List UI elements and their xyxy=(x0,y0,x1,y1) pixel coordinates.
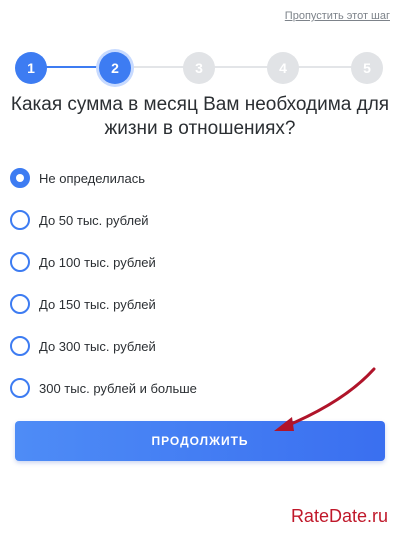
option-label: До 150 тыс. рублей xyxy=(39,296,156,312)
option-undecided[interactable]: Не определилась xyxy=(10,157,390,199)
radio-unchecked-icon[interactable] xyxy=(10,294,30,314)
skip-step-link[interactable]: Пропустить этот шаг xyxy=(285,10,390,22)
radio-checked-icon[interactable] xyxy=(10,168,30,188)
radio-unchecked-icon[interactable] xyxy=(10,378,30,398)
question-title: Какая сумма в месяц Вам необходима для ж… xyxy=(10,94,390,139)
option-label: До 50 тыс. рублей xyxy=(39,212,149,228)
watermark-logo: RateDate.ru xyxy=(290,506,388,526)
step-4: 4 xyxy=(267,52,299,84)
radio-unchecked-icon[interactable] xyxy=(10,252,30,272)
progress-stepper: 1 2 3 4 5 xyxy=(15,52,383,84)
option-up-to-100k[interactable]: До 100 тыс. рублей xyxy=(10,241,390,283)
option-up-to-150k[interactable]: До 150 тыс. рублей xyxy=(10,283,390,325)
option-label: До 100 тыс. рублей xyxy=(39,254,156,270)
option-up-to-300k[interactable]: До 300 тыс. рублей xyxy=(10,325,390,367)
step-5: 5 xyxy=(351,52,383,84)
step-3: 3 xyxy=(183,52,215,84)
option-label: Не определилась xyxy=(39,170,145,186)
step-2: 2 xyxy=(99,52,131,84)
red-arrow-icon xyxy=(274,367,376,431)
radio-unchecked-icon[interactable] xyxy=(10,210,30,230)
option-label: 300 тыс. рублей и больше xyxy=(39,380,197,396)
step-1: 1 xyxy=(15,52,47,84)
option-label: До 300 тыс. рублей xyxy=(39,338,156,354)
radio-unchecked-icon[interactable] xyxy=(10,336,30,356)
option-up-to-50k[interactable]: До 50 тыс. рублей xyxy=(10,199,390,241)
